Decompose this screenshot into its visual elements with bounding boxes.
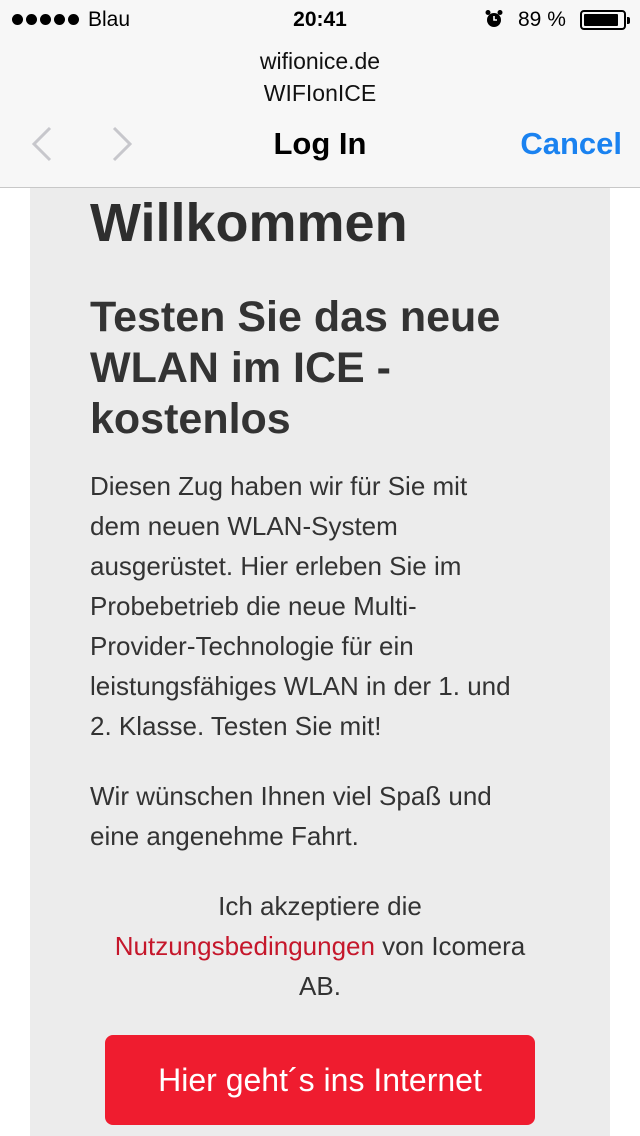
login-content: Willkommen Testen Sie das neue WLAN im I… <box>30 188 610 1136</box>
alarm-icon <box>485 10 503 27</box>
intro-line: leistungsfähiges WLAN in der 1. und <box>90 671 511 701</box>
intro-line: Diesen Zug haben wir für Sie mit <box>90 471 468 501</box>
browser-header: Blau 20:41 89 % wifionice.de WIFIonICE L… <box>0 0 640 188</box>
intro-line: Probebetrieb die neue Multi- <box>90 591 417 621</box>
headline-line: WLAN im ICE - <box>90 344 391 392</box>
intro-line: 2. Klasse. Testen Sie mit! <box>90 711 382 741</box>
intro-line: dem neuen WLAN-System <box>90 511 398 541</box>
status-bar: Blau 20:41 89 % <box>0 0 640 40</box>
welcome-heading: Willkommen <box>90 193 408 253</box>
headline-line: Testen Sie das neue <box>90 293 501 341</box>
intro-paragraph: Diesen Zug haben wir für Sie mit dem neu… <box>90 466 570 746</box>
wish-line: Wir wünschen Ihnen viel Spaß und <box>90 781 492 811</box>
wish-line: eine angenehme Fahrt. <box>90 821 359 851</box>
battery-icon <box>580 10 630 30</box>
accept-suffix: von Icomera <box>374 931 526 961</box>
accept-line: Nutzungsbedingungen von Icomera <box>80 926 560 966</box>
wish-paragraph: Wir wünschen Ihnen viel Spaß und eine an… <box>90 776 570 856</box>
accept-prefix: Ich akzeptiere die <box>218 891 422 921</box>
intro-line: Provider-Technologie für ein <box>90 631 414 661</box>
terms-acceptance: Ich akzeptiere die Nutzungsbedingungen v… <box>80 886 560 1006</box>
headline: Testen Sie das neue WLAN im ICE - kosten… <box>90 292 570 445</box>
battery-percent: 89 % <box>518 8 566 31</box>
network-name: WIFIonICE <box>263 80 377 106</box>
terms-link[interactable]: Nutzungsbedingungen <box>115 931 375 961</box>
accept-suffix-end: AB. <box>299 971 341 1001</box>
connect-internet-button[interactable]: Hier geht´s ins Internet <box>105 1035 535 1125</box>
page-domain: wifionice.de <box>259 48 381 74</box>
cancel-button[interactable]: Cancel <box>520 126 622 162</box>
intro-line: ausgerüstet. Hier erleben Sie im <box>90 551 462 581</box>
headline-line: kostenlos <box>90 395 291 443</box>
